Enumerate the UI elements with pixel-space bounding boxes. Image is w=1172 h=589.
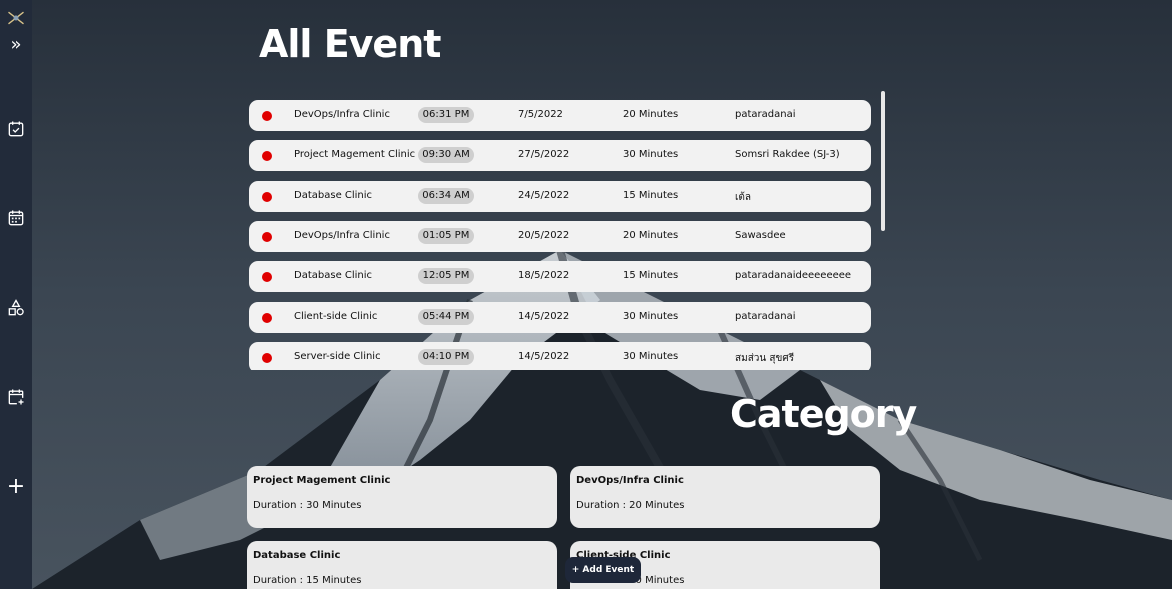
category-duration: Duration : 30 Minutes [253,500,362,511]
event-name: DevOps/Infra Clinic [294,109,390,120]
event-row[interactable]: DevOps/Infra Clinic 06:31 PM 7/5/2022 20 Mi… [249,100,871,131]
category-duration: Duration : 15 Minutes [253,575,362,586]
sidebar: » + [0,0,32,589]
calendar-grid-icon[interactable] [0,206,32,230]
status-dot [262,111,272,121]
category-duration: Duration : 20 Minutes [576,500,685,511]
category-card[interactable]: Database Clinic Duration : 15 Minutes [247,541,557,589]
events-title: All Event [259,22,441,66]
event-host: pataradanai [735,310,796,322]
event-host: สมส่วน สุขศรี [735,352,795,364]
event-duration: 15 Minutes [623,189,679,201]
event-row[interactable]: Server-side Clinic 04:10 PM 14/5/2022 30 Mi… [249,341,871,370]
status-dot [262,272,272,283]
event-row[interactable]: Client-side Clinic 05:44 PM 14/5/2022 30 Mi… [249,301,871,333]
category-name: Project Magement Clinic [253,475,391,486]
event-host: เต้ล [735,191,752,203]
status-dot [262,151,272,162]
plus-label: + [6,474,26,499]
event-time-badge: 01:05 PM [418,227,474,244]
event-row[interactable]: Database Clinic 12:05 PM 18/5/2022 15 Minut… [249,261,871,293]
event-duration: 30 Minutes [623,310,679,322]
category-title: Category [730,392,917,436]
event-date: 20/5/2022 [518,229,570,241]
event-name: DevOps/Infra Clinic [294,229,390,241]
category-card[interactable]: DevOps/Infra Clinic Duration : 20 Minute… [570,466,880,528]
event-list-scrollbar[interactable] [881,91,885,231]
event-date: 24/5/2022 [518,189,570,201]
event-date: 27/5/2022 [518,149,570,161]
event-duration: 15 Minutes [623,270,679,282]
event-host: pataradanaideeeeeeee [735,270,852,282]
event-time-badge: 04:10 PM [418,348,474,365]
category-name: Database Clinic [253,550,341,561]
event-time-badge: 12:05 PM [418,268,474,285]
event-time-badge: 06:34 AM [418,187,474,204]
event-time-badge: 05:44 PM [418,308,474,325]
event-duration: 30 Minutes [623,350,679,362]
add-event-button[interactable]: + Add Event [565,557,641,583]
event-name: Database Clinic [294,270,373,282]
event-duration: 20 Minutes [623,229,679,241]
event-duration: 30 Minutes [623,149,679,161]
category-name: DevOps/Infra Clinic [576,475,684,486]
event-duration: 20 Minutes [623,109,679,120]
shapes-icon[interactable] [0,296,32,320]
status-dot [262,191,272,202]
event-host: pataradanai [735,109,796,120]
expand-icon[interactable]: » [0,33,32,57]
event-name: Client-side Clinic [294,310,378,322]
event-name: Server-side Clinic [294,350,381,362]
status-dot [262,231,272,242]
event-date: 14/5/2022 [518,350,570,362]
event-date: 18/5/2022 [518,270,570,282]
logo-icon[interactable] [0,6,32,30]
event-host: Somsri Rakdee (SJ-3) [735,149,840,161]
status-dot [262,312,272,323]
event-name: Database Clinic [294,189,373,201]
event-row[interactable]: Database Clinic 06:34 AM 24/5/2022 15 Minut… [249,180,871,212]
calendar-check-icon[interactable] [0,117,32,141]
event-time-badge: 06:31 PM [418,107,474,123]
event-date: 14/5/2022 [518,310,570,322]
event-host: Sawasdee [735,229,786,241]
event-row[interactable]: Project Magement Clinic 09:30 AM 27/5/2022… [249,140,871,172]
category-card[interactable]: Project Magement Clinic Duration : 30 Mi… [247,466,557,528]
event-time-badge: 09:30 AM [418,147,474,164]
event-list[interactable]: DevOps/Infra Clinic 06:31 PM 7/5/2022 20 Mi… [249,92,889,370]
plus-icon[interactable]: + [0,475,32,499]
event-row[interactable]: DevOps/Infra Clinic 01:05 PM 20/5/2022 20 M… [249,220,871,252]
expand-label: » [10,34,22,55]
calendar-add-icon[interactable] [0,385,32,409]
event-name: Project Magement Clinic [294,149,416,161]
status-dot [262,352,272,363]
event-date: 7/5/2022 [518,109,563,120]
